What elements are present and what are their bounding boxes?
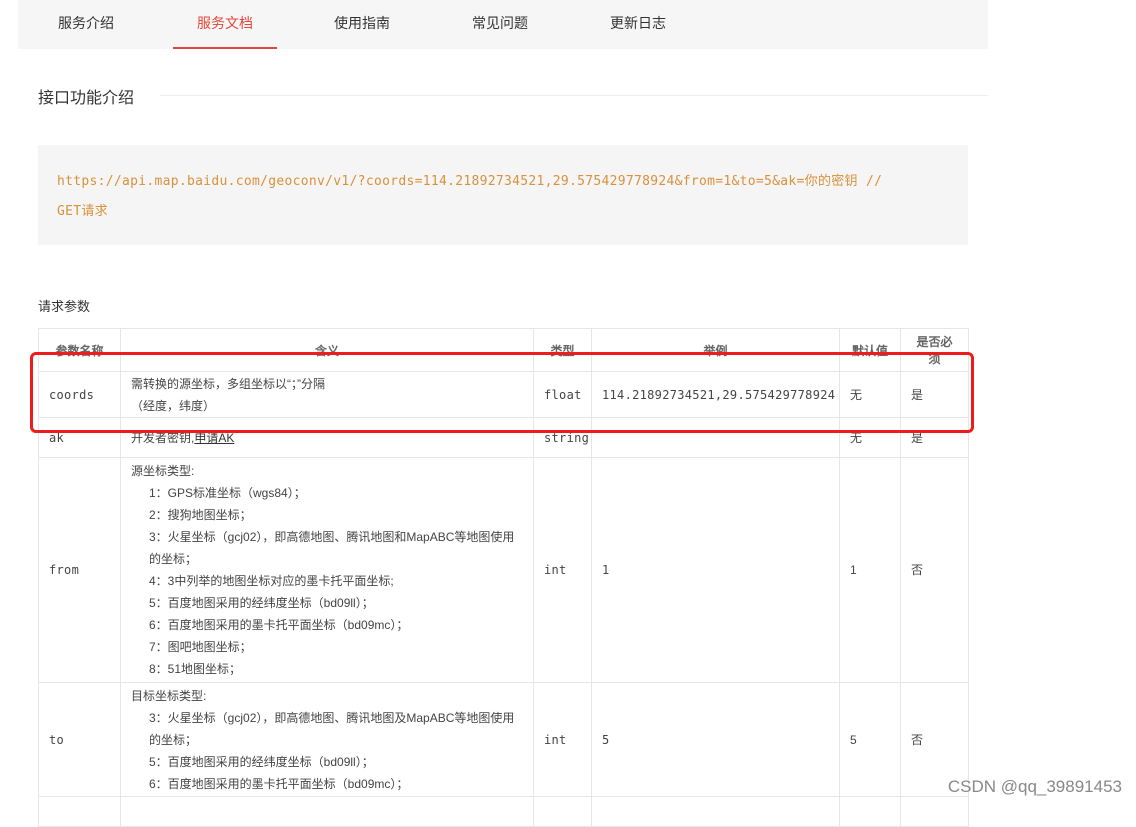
- param-default: 5: [839, 682, 901, 797]
- param-name: to: [38, 682, 121, 797]
- tab-service-intro[interactable]: 服务介绍: [40, 0, 132, 49]
- tab-changelog[interactable]: 更新日志: [592, 0, 684, 49]
- table-row: [38, 796, 969, 827]
- coord-type-list: 3：火星坐标（gcj02），即高德地图、腾讯地图及MapABC等地图使用的坐标；…: [131, 707, 523, 795]
- meaning-intro: 源坐标类型:: [131, 464, 195, 478]
- request-url: https://api.map.baidu.com/geoconv/v1/?co…: [57, 174, 883, 189]
- column-header-example: 举例: [591, 328, 840, 372]
- param-name: from: [38, 457, 121, 683]
- param-type: int: [533, 682, 592, 797]
- column-header-name: 参数名称: [38, 328, 121, 372]
- list-item: 5：百度地图采用的经纬度坐标（bd09ll）；: [149, 596, 374, 610]
- param-example: 5: [591, 682, 840, 797]
- param-example: [591, 417, 840, 458]
- param-type: string: [533, 417, 592, 458]
- param-type: float: [533, 371, 592, 418]
- list-item: 3：火星坐标（gcj02），即高德地图、腾讯地图和MapABC等地图使用的坐标；: [149, 530, 515, 566]
- table-row-from: from 源坐标类型: 1：GPS标准坐标（wgs84）； 2：搜狗地图坐标； …: [38, 457, 969, 683]
- tab-service-docs[interactable]: 服务文档: [173, 0, 277, 49]
- section-divider: [160, 95, 988, 96]
- list-item: 8：51地图坐标；: [149, 662, 242, 676]
- param-meaning: 需转换的源坐标，多组坐标以“；”分隔 （经度，纬度）: [120, 371, 534, 418]
- params-table: 参数名称 含义 类型 举例 默认值 是否必须 coords 需转换的源坐标，多组…: [38, 328, 969, 827]
- param-example: 114.21892734521,29.575429778924: [591, 371, 840, 418]
- param-default: 无: [839, 417, 901, 458]
- param-meaning: 源坐标类型: 1：GPS标准坐标（wgs84）； 2：搜狗地图坐标； 3：火星坐…: [120, 457, 534, 683]
- list-item: 5：百度地图采用的经纬度坐标（bd09ll）；: [149, 754, 374, 769]
- param-name: coords: [38, 371, 121, 418]
- empty-cell: [533, 796, 592, 827]
- tab-usage-guide[interactable]: 使用指南: [316, 0, 408, 49]
- list-item: 4：3中列举的地图坐标对应的墨卡托平面坐标;: [149, 574, 394, 588]
- meaning-line: 需转换的源坐标，多组坐标以“；”分隔: [131, 376, 325, 391]
- tab-faq[interactable]: 常见问题: [454, 0, 546, 49]
- param-required: 是: [900, 371, 969, 418]
- column-header-type: 类型: [533, 328, 592, 372]
- empty-cell: [900, 796, 969, 827]
- meaning-line: （经度，纬度）: [131, 398, 216, 413]
- list-item: 3：火星坐标（gcj02），即高德地图、腾讯地图及MapABC等地图使用的坐标；: [149, 710, 515, 747]
- list-item: 2：搜狗地图坐标；: [149, 508, 252, 522]
- request-url-code: https://api.map.baidu.com/geoconv/v1/?co…: [57, 167, 957, 227]
- param-meaning: 目标坐标类型: 3：火星坐标（gcj02），即高德地图、腾讯地图及MapABC等…: [120, 682, 534, 797]
- column-header-default: 默认值: [839, 328, 901, 372]
- table-row-ak: ak 开发者密钥,申请AK string 无 是: [38, 417, 969, 458]
- empty-cell: [591, 796, 840, 827]
- column-header-meaning: 含义: [120, 328, 534, 372]
- tab-bar: 服务介绍 服务文档 使用指南 常见问题 更新日志: [18, 0, 988, 49]
- column-header-required: 是否必须: [900, 328, 969, 372]
- meaning-intro: 目标坐标类型:: [131, 688, 207, 703]
- param-required: 否: [900, 457, 969, 683]
- table-header-row: 参数名称 含义 类型 举例 默认值 是否必须: [38, 328, 969, 372]
- empty-cell: [38, 796, 121, 827]
- list-item: 6：百度地图采用的墨卡托平面坐标（bd09mc）；: [149, 618, 409, 632]
- param-required: 是: [900, 417, 969, 458]
- list-item: 6：百度地图采用的墨卡托平面坐标（bd09mc）；: [149, 776, 409, 791]
- param-name: ak: [38, 417, 121, 458]
- param-default: 1: [839, 457, 901, 683]
- coord-type-list: 1：GPS标准坐标（wgs84）； 2：搜狗地图坐标； 3：火星坐标（gcj02…: [131, 482, 523, 680]
- list-item: 1：GPS标准坐标（wgs84）；: [149, 486, 306, 500]
- param-meaning: 开发者密钥,申请AK: [120, 417, 534, 458]
- empty-cell: [120, 796, 534, 827]
- table-row-to: to 目标坐标类型: 3：火星坐标（gcj02），即高德地图、腾讯地图及MapA…: [38, 682, 969, 797]
- section-title: 接口功能介绍: [38, 90, 135, 107]
- empty-cell: [839, 796, 901, 827]
- list-item: 7：图吧地图坐标；: [149, 640, 252, 654]
- table-row-coords: coords 需转换的源坐标，多组坐标以“；”分隔 （经度，纬度） float …: [38, 371, 969, 418]
- param-type: int: [533, 457, 592, 683]
- watermark: CSDN @qq_39891453: [947, 777, 1122, 796]
- code-block: https://api.map.baidu.com/geoconv/v1/?co…: [38, 145, 968, 245]
- request-method: GET请求: [57, 204, 108, 219]
- param-example: 1: [591, 457, 840, 683]
- params-title: 请求参数: [38, 299, 91, 314]
- apply-ak-link[interactable]: 申请AK: [194, 431, 234, 445]
- param-default: 无: [839, 371, 901, 418]
- meaning-text: 开发者密钥,: [131, 430, 195, 445]
